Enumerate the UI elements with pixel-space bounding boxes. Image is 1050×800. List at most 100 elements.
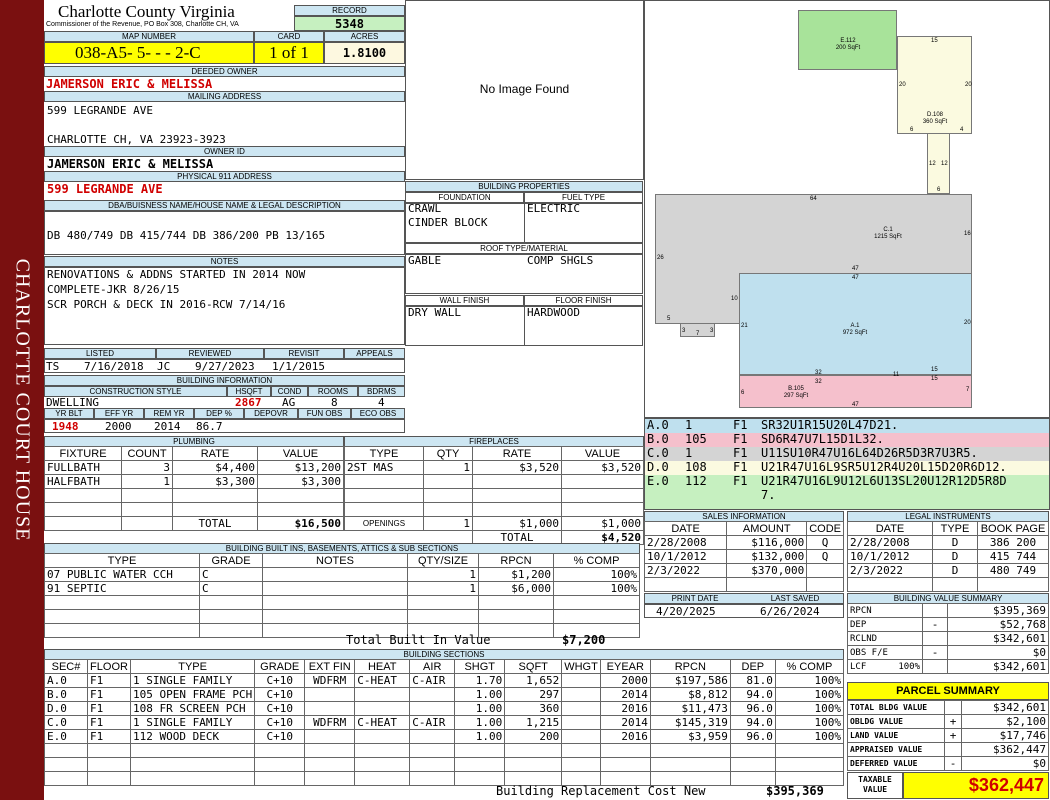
depovr-label: DEPOVR — [244, 408, 298, 419]
vector-nums: 1 105 1 108 112 — [685, 418, 707, 488]
dep-value: 86.7 — [196, 420, 223, 433]
built-in-total: $7,200 — [562, 633, 606, 647]
dim: 64 — [810, 196, 817, 202]
parcel-summary-label: PARCEL SUMMARY — [847, 682, 1049, 700]
deeded-owner-label: DEEDED OWNER — [44, 66, 405, 77]
roof-type: GABLE — [408, 254, 442, 267]
county-subtitle: Commissioner of the Revenue, PO Box 308,… — [46, 21, 239, 28]
plumbing-table: FIXTURE COUNT RATE VALUE FULLBATH 3 $4,400 $13… — [44, 446, 344, 531]
fireplaces-table: TYPE QTY RATE VALUE 2ST MAS 1 $3,520 $3,520 OP… — [344, 446, 644, 545]
dim: 6 — [741, 390, 745, 396]
physical-address-label: PHYSICAL 911 ADDRESS — [44, 171, 405, 182]
record-label: RECORD — [294, 5, 405, 16]
dim: 7 — [966, 387, 970, 393]
building-info-label: BUILDING INFORMATION — [44, 375, 405, 386]
foundation-line1: CRAWL — [408, 202, 442, 215]
dim: 10 — [731, 296, 738, 302]
table-row: OBS F/E - $0 — [847, 645, 1049, 660]
sketch-label-c: C.1 1215 SqFt — [874, 227, 902, 240]
table-row: TOTAL BLDG VALUE $342,601 — [847, 700, 1049, 715]
dim: 12 — [929, 161, 936, 167]
table-row: C.0 F1 1 SINGLE FAMILY C+10 WDFRM C-HEAT C-AIR… — [44, 715, 845, 730]
dim: 3 — [682, 328, 686, 334]
yrblt-label: YR BLT — [44, 408, 94, 419]
table-row: 2/28/2008 $116,000 Q — [643, 535, 844, 550]
listed-by: TS — [46, 360, 60, 373]
floor-finish-label: FLOOR FINISH — [524, 295, 643, 306]
notes-line1: RENOVATIONS & ADDNS STARTED IN 2014 NOW — [47, 268, 306, 281]
table-row: B.0 F1 105 OPEN FRAME PCH C+10 1.00 297 2014 $8… — [44, 687, 845, 702]
mailing-line1: 599 LEGRANDE AVE — [47, 104, 153, 117]
dep-label: DEP % — [194, 408, 244, 419]
dim: 6 — [910, 127, 914, 133]
building-properties-label: BUILDING PROPERTIES — [405, 181, 643, 192]
physical-address: 599 LEGRANDE AVE — [47, 182, 163, 196]
acres-label: ACRES — [324, 31, 405, 42]
listed-date: 7/16/2018 — [84, 360, 144, 373]
dim: 11 — [893, 372, 900, 378]
effyr-label: EFF YR — [94, 408, 144, 419]
wall-finish: DRY WALL — [408, 306, 461, 319]
table-row: 2/3/2022 D 480 749 — [847, 563, 1049, 578]
table-row: E.0 F1 112 WOOD DECK C+10 1.00 200 2016 $3,959 9… — [44, 729, 845, 744]
table-row: 10/1/2012 $132,000 Q — [643, 549, 844, 564]
bldg-info-row — [44, 419, 405, 433]
dim: 32 — [815, 379, 822, 385]
owner-id: JAMERSON ERIC & MELISSA — [47, 157, 214, 171]
table-row: LCF 100% $342,601 — [847, 659, 1049, 674]
owner-id-label: OWNER ID — [44, 146, 405, 157]
table-row: 91 SEPTIC C 1 $6,000 100% — [44, 581, 640, 596]
table-row: RCLND $342,601 — [847, 631, 1049, 646]
notes-label: NOTES — [44, 256, 405, 267]
dim: 7 — [696, 331, 700, 337]
revisit-label: REVISIT — [264, 348, 344, 359]
county-court-house-label: CHARLOTTE COURT HOUSE — [11, 258, 34, 542]
foundation-line2: CINDER BLOCK — [408, 216, 488, 229]
vector-floors: F1 F1 F1 F1 F1 — [733, 418, 748, 488]
building-sections-table: SEC# FLOOR TYPE GRADE EXT FIN HEAT AIR SHGT SQFT… — [44, 659, 845, 786]
table-row: 10/1/2012 D 415 744 — [847, 549, 1049, 564]
bvs-table: RPCN $395,369 DEP - $52,768 RCLND $342,601 O… — [847, 603, 1049, 674]
revisit-date: 1/1/2015 — [272, 360, 325, 373]
table-row: APPRAISED VALUE $362,447 — [847, 742, 1049, 757]
dim: 15 — [931, 38, 938, 44]
roof-label: ROOF TYPE/MATERIAL — [405, 243, 643, 254]
table-row: 2/3/2022 $370,000 — [643, 563, 844, 578]
legal-instruments-table: DATE TYPE BOOK PAGE 2/28/2008 D 386 200 10/1… — [847, 521, 1049, 592]
reviewed-date: 9/27/2023 — [195, 360, 255, 373]
table-row: 2ST MAS 1 $3,520 $3,520 — [344, 460, 644, 475]
reviewed-label: REVIEWED — [156, 348, 264, 359]
appeals-label: APPEALS — [344, 348, 405, 359]
table-row: OBLDG VALUE + $2,100 — [847, 714, 1049, 729]
notes-line3: SCR PORCH & DECK IN 2016-RCW 7/14/16 — [47, 298, 286, 311]
funobs-label: FUN OBS — [298, 408, 351, 419]
card-number: 1 of 1 — [254, 42, 324, 64]
dim: 32 — [815, 370, 822, 376]
map-number-label: MAP NUMBER — [44, 31, 254, 42]
card-label: CARD — [254, 31, 324, 42]
dim: 20 — [964, 320, 971, 326]
table-row: HALFBATH 1 $3,300 $3,300 — [44, 474, 344, 489]
dim: 12 — [941, 161, 948, 167]
remyr-label: REM YR — [144, 408, 194, 419]
table-row: RPCN $395,369 — [847, 603, 1049, 618]
effyr-value: 2000 — [105, 420, 132, 433]
mailing-address-label: MAILING ADDRESS — [44, 91, 405, 102]
taxable-value-label: TAXABLE VALUE — [847, 772, 903, 799]
built-in-total-label: Total Built In Value — [346, 633, 491, 647]
vector-codes: A.0 B.0 C.0 D.0 E.0 — [647, 418, 669, 488]
dim: 16 — [964, 231, 971, 237]
sketch-label-b: B.105 297 SqFt — [783, 386, 809, 399]
listed-label: LISTED — [44, 348, 156, 359]
table-row: D.0 F1 108 FR SCREEN PCH C+10 1.00 360 2016 $11… — [44, 701, 845, 716]
dim: 26 — [657, 255, 664, 261]
mailing-line2: CHARLOTTE CH, VA 23923-3923 — [47, 133, 226, 146]
ecoobs-label: ECO OBS — [351, 408, 405, 419]
map-number: 038-A5- 5- - - 2-C — [44, 42, 254, 64]
legal-description: DB 480/749 DB 415/744 DB 386/200 PB 13/1… — [47, 229, 326, 242]
print-date: 4/20/2025 — [656, 605, 716, 618]
built-ins-table: TYPE GRADE NOTES QTY/SIZE RPCN% COMP 07 PUBL… — [44, 553, 640, 638]
replacement-cost: $395,369 — [766, 784, 824, 798]
table-row: A.0 F1 1 SINGLE FAMILY C+10 WDFRM C-HEAT C-AIR… — [44, 673, 845, 688]
reviewed-by: JC — [157, 360, 171, 373]
